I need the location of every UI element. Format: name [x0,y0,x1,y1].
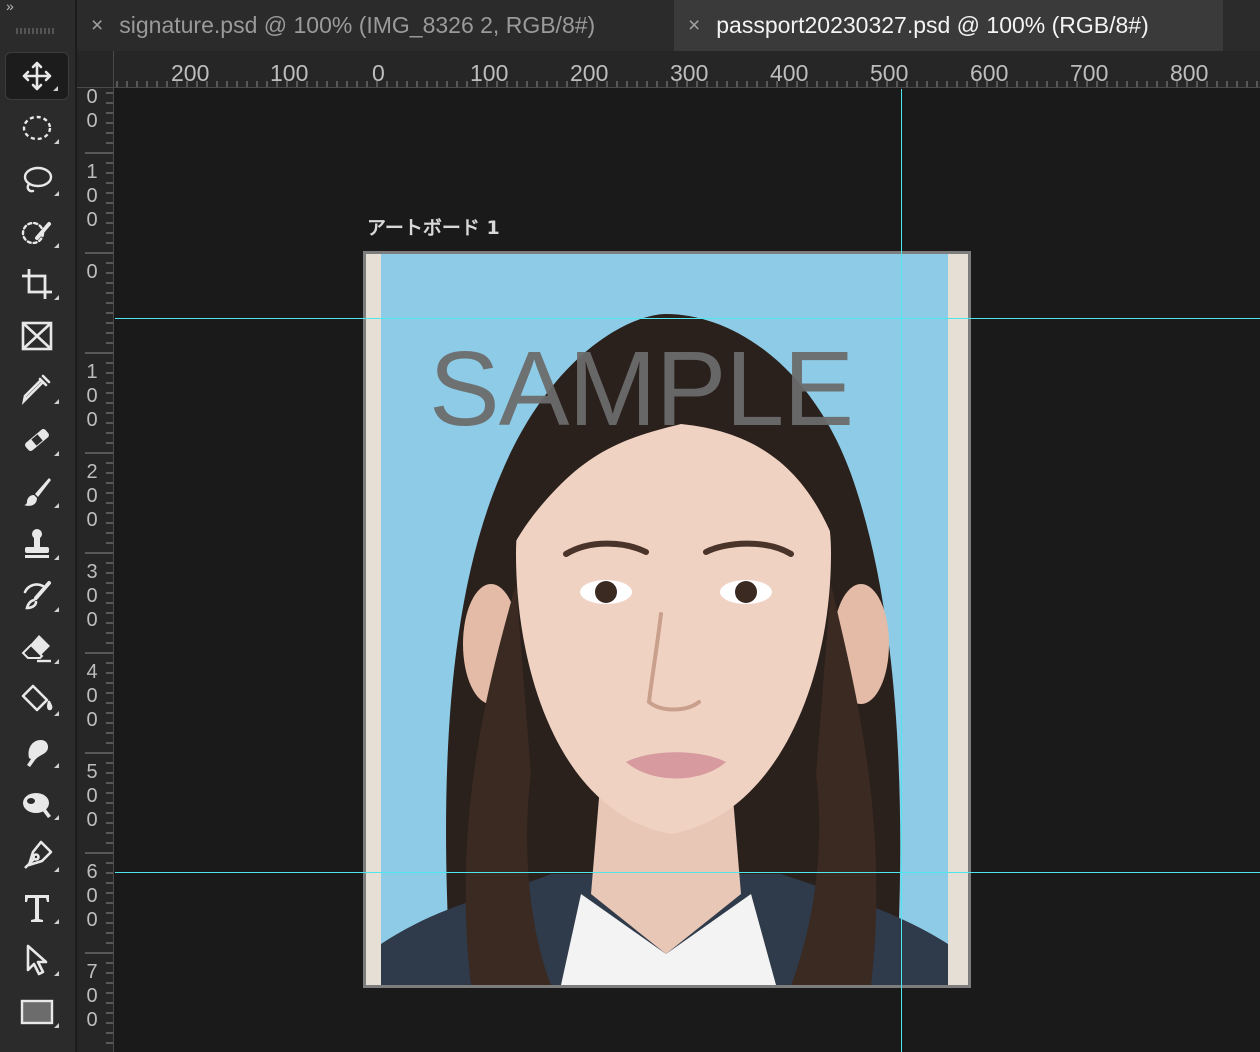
ruler-origin[interactable] [77,51,114,88]
dodge-tool-button[interactable] [5,780,69,828]
horizontal-guide[interactable] [115,318,1260,319]
rectangle-tool-button[interactable] [5,988,69,1036]
crop-icon [22,269,52,299]
vertical-ruler[interactable]: 00 100 0 100 200 300 400 500 600 700 [77,88,114,1052]
frame-icon [21,321,53,351]
close-tab-icon[interactable]: × [688,14,700,38]
ruler-label: 500 [86,761,98,831]
artboard[interactable]: SAMPLE [363,251,971,988]
pen-tool-button[interactable] [5,832,69,880]
ruler-label: 400 [770,60,809,86]
ruler-label: 500 [870,60,909,86]
type-tool-button[interactable] [5,884,69,932]
brush-icon [24,478,51,506]
crop-tool-button[interactable] [5,260,69,308]
rectangle-icon [20,999,54,1025]
paint-bucket-tool-button[interactable] [5,676,69,724]
ruler-label: 800 [1170,60,1209,86]
ruler-label: 300 [670,60,709,86]
ruler-label: 200 [86,461,98,531]
panel-grip[interactable] [16,28,56,34]
history-brush-tool-button[interactable] [5,572,69,620]
ruler-label: 100 [86,361,98,431]
ruler-label: 00 [86,88,98,132]
smudge-icon [27,740,49,767]
ruler-label: 200 [171,60,210,86]
sample-watermark: SAMPLE [429,330,854,448]
brush-tool-button[interactable] [5,468,69,516]
document-tab-passport[interactable]: × passport20230327.psd @ 100% (RGB/8#) [674,0,1223,51]
tab-title: passport20230327.psd @ 100% (RGB/8#) [716,12,1149,38]
clone-stamp-tool-button[interactable] [5,520,69,568]
frame-tool-button[interactable] [5,312,69,360]
eraser-icon [21,635,51,663]
smudge-tool-button[interactable] [5,728,69,776]
history-brush-icon [23,581,51,610]
lasso-icon [23,166,53,193]
tab-title: signature.psd @ 100% (IMG_8326 2, RGB/8#… [119,12,596,38]
ruler-label: 100 [270,60,309,86]
close-tab-icon[interactable]: × [91,14,103,38]
lasso-tool-button[interactable] [5,156,69,204]
tools-panel: » [0,0,76,1052]
clone-stamp-icon [25,529,49,558]
ruler-label: 100 [470,60,509,86]
ruler-label: 700 [86,961,98,1031]
quick-selection-icon [21,221,51,245]
eyedropper-tool-button[interactable] [5,364,69,412]
ruler-label: 200 [570,60,609,86]
move-tool-button[interactable] [5,52,69,100]
ruler-label: 0 [372,60,385,86]
eyedropper-icon [21,374,51,405]
horizontal-guide[interactable] [115,872,1260,873]
healing-brush-icon [25,429,49,451]
healing-brush-tool-button[interactable] [5,416,69,464]
path-selection-tool-button[interactable] [5,936,69,984]
passport-photo[interactable]: SAMPLE [381,254,948,985]
ruler-label: 600 [970,60,1009,86]
move-icon [22,61,52,91]
type-icon [25,895,49,922]
ruler-label: 100 [86,161,98,231]
pen-icon [24,840,53,869]
quick-selection-tool-button[interactable] [5,208,69,256]
ruler-label: 0 [86,261,98,283]
document-tab-bar: × signature.psd @ 100% (IMG_8326 2, RGB/… [77,0,1260,51]
elliptical-marquee-icon [22,115,52,141]
path-selection-icon [26,944,48,976]
ruler-label: 600 [86,861,98,931]
vertical-guide[interactable] [901,89,902,1052]
collapse-panel-icon[interactable]: » [6,0,14,14]
ruler-label: 400 [86,661,98,731]
artboard-label[interactable]: アートボード 1 [367,213,500,240]
ruler-label: 300 [86,561,98,631]
eraser-tool-button[interactable] [5,624,69,672]
ruler-label: 700 [1070,60,1109,86]
document-canvas[interactable]: アートボード 1 SAMPLE [115,89,1260,1052]
dodge-icon [23,793,51,818]
horizontal-ruler[interactable]: 200 100 0 100 200 300 400 500 600 700 80… [77,51,1260,88]
marquee-tool-button[interactable] [5,104,69,152]
document-tab-signature[interactable]: × signature.psd @ 100% (IMG_8326 2, RGB/… [91,0,674,51]
paint-bucket-icon [21,684,53,712]
